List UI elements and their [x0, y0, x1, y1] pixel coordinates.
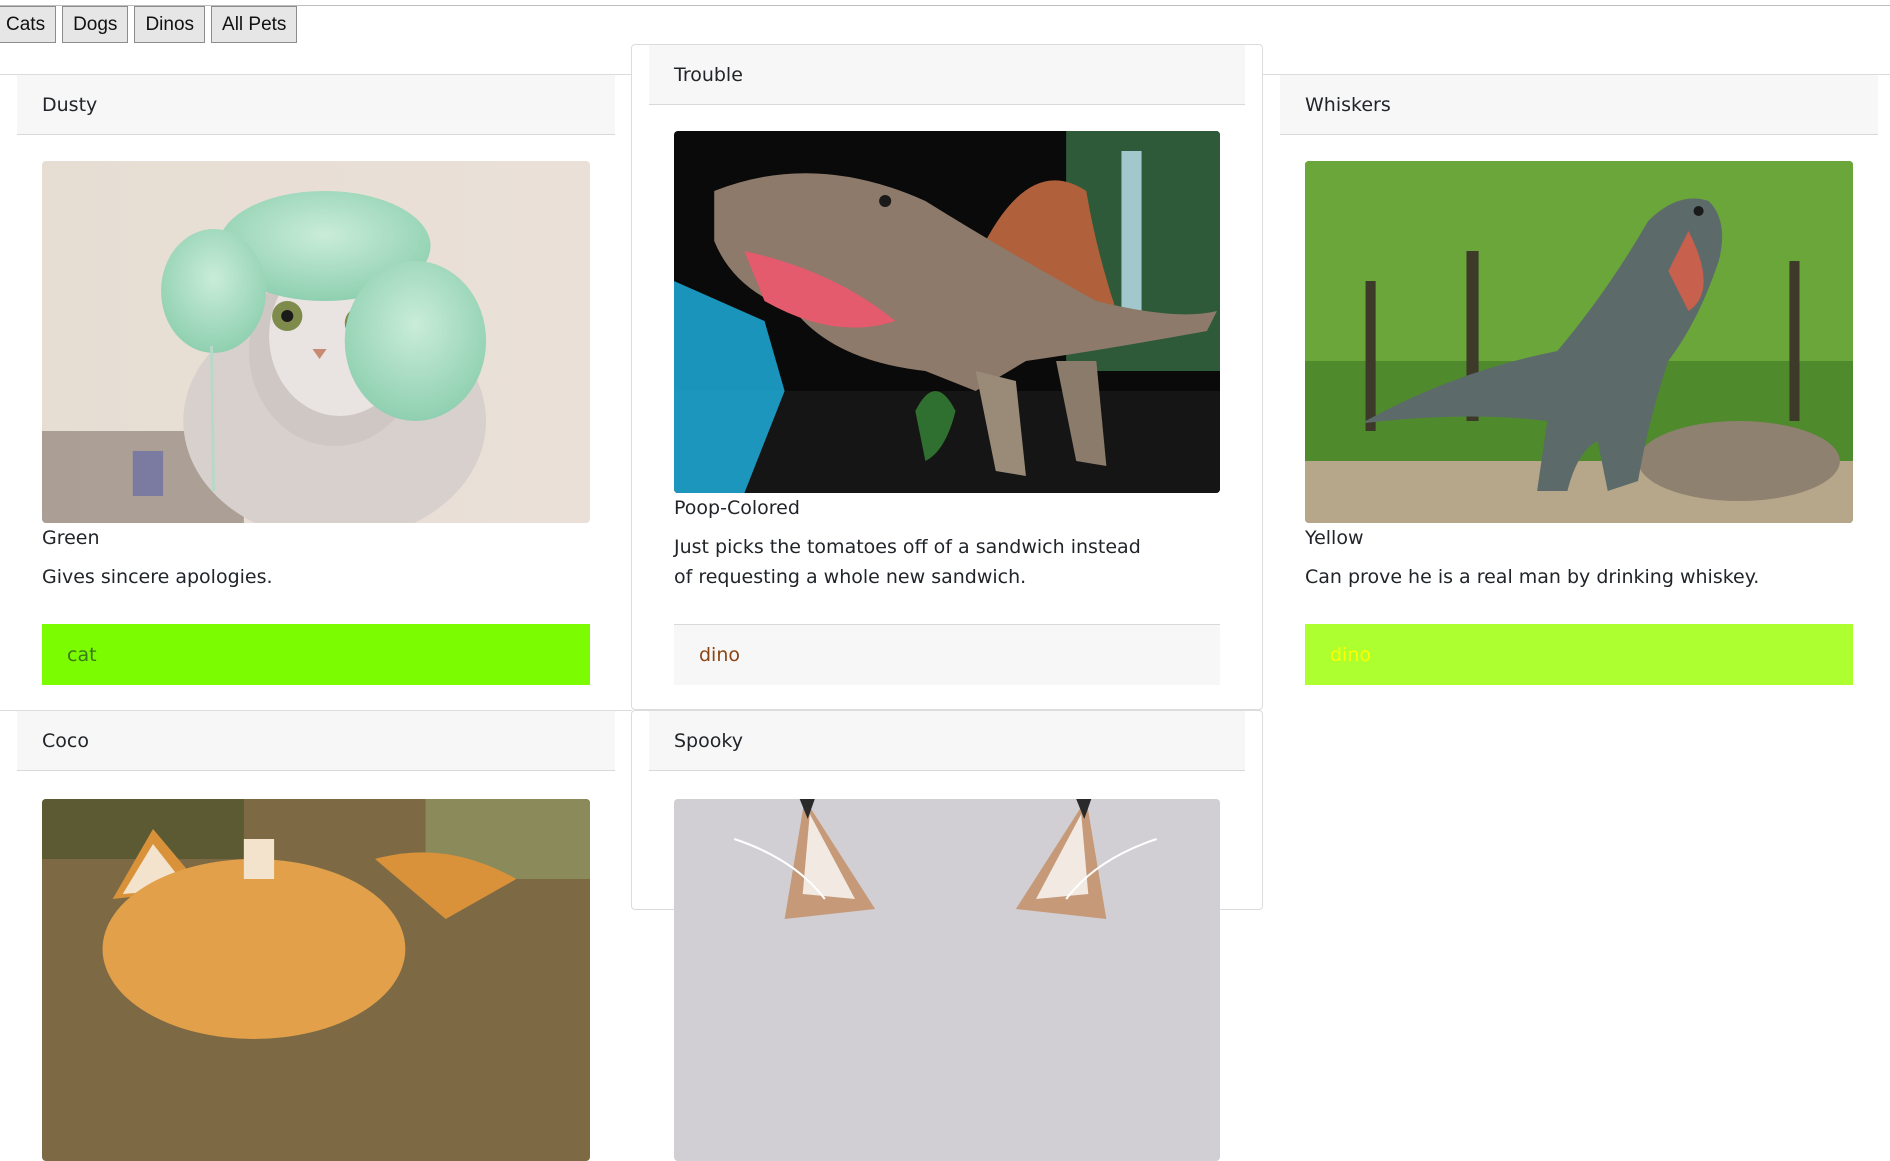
card-header: Spooky	[649, 711, 1245, 771]
pet-description: Just picks the tomatoes off of a sandwic…	[674, 536, 1141, 588]
pet-name: Whiskers	[1305, 93, 1391, 116]
pet-photo	[42, 799, 590, 1161]
pet-type-footer: cat	[42, 624, 590, 685]
pet-type: dino	[699, 644, 741, 666]
cat-photo-image	[42, 161, 590, 523]
filter-dinos-button[interactable]: Dinos	[134, 6, 206, 43]
pet-name: Coco	[42, 729, 89, 752]
pet-card-coco: Coco	[0, 710, 632, 1161]
pet-type: cat	[67, 643, 97, 666]
filter-dogs-button[interactable]: Dogs	[62, 6, 129, 43]
pet-photo	[1305, 161, 1853, 523]
pet-description: Can prove he is a real man by drinking w…	[1305, 566, 1760, 588]
pet-card-dusty: Dusty Green Gives sincere apologies. cat	[0, 74, 632, 710]
dino-photo-image	[674, 131, 1220, 493]
pet-color: Poop-Colored	[674, 497, 800, 519]
pet-type-footer: dino	[674, 624, 1220, 685]
card-header: Coco	[17, 711, 615, 771]
pet-photo	[674, 799, 1220, 1161]
filter-bar: Cats Dogs Dinos All Pets	[0, 6, 298, 44]
pet-photo	[674, 131, 1220, 493]
filter-cats-button[interactable]: Cats	[0, 6, 57, 43]
card-header: Trouble	[649, 45, 1245, 105]
pet-photo	[42, 161, 590, 523]
pet-name: Dusty	[42, 93, 98, 116]
pet-card-trouble: Trouble Poop-Colored Just picks the toma…	[631, 44, 1263, 710]
card-header: Dusty	[17, 75, 615, 135]
pet-name: Spooky	[674, 729, 743, 752]
kitten-photo-image	[42, 799, 590, 1161]
pet-card-whiskers: Whiskers Yellow Can prove he is a real m…	[1263, 74, 1890, 710]
t-rex-photo-image	[1305, 161, 1853, 523]
pet-type-footer: dino	[1305, 624, 1853, 685]
card-header: Whiskers	[1280, 75, 1878, 135]
pet-description: Gives sincere apologies.	[42, 566, 273, 588]
pet-name: Trouble	[674, 63, 743, 86]
pet-card-spooky: Spooky	[631, 710, 1263, 1161]
pet-type: dino	[1330, 643, 1372, 666]
pet-color: Green	[42, 527, 100, 549]
lynx-photo-image	[674, 799, 1220, 1161]
filter-all-pets-button[interactable]: All Pets	[211, 6, 298, 43]
pet-color: Yellow	[1305, 527, 1364, 549]
